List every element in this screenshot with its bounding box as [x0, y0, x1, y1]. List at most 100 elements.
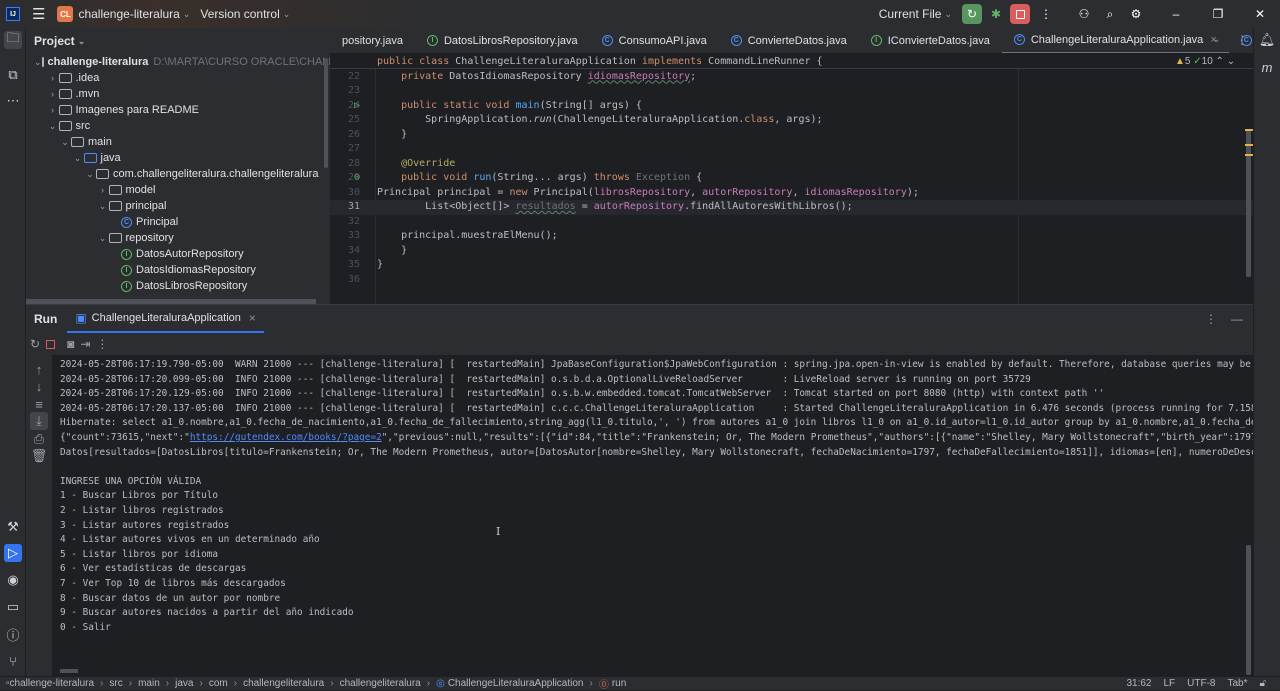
vcs-menu[interactable]: Version control ⌄	[200, 7, 290, 21]
run-tool-icon[interactable]: ▷	[4, 544, 22, 562]
tabs-more-icon[interactable]: ⋮	[1236, 33, 1248, 47]
lock-icon[interactable]: 🔓︎	[1260, 678, 1266, 689]
console-link[interactable]: https://gutendex.com/books/?page=2	[190, 432, 382, 443]
add-user-icon[interactable]: ⚇	[1074, 4, 1094, 24]
caret-position[interactable]: 31:62	[1126, 678, 1151, 689]
more-actions-button[interactable]: ⋮	[1036, 4, 1056, 24]
chevron-down-icon[interactable]: ⌄	[97, 233, 109, 244]
chevron-right-icon[interactable]: ›	[47, 105, 59, 115]
structure-icon[interactable]: ⧉	[4, 66, 22, 84]
warning-marker[interactable]	[1245, 129, 1253, 131]
code-editor[interactable]: ▲5 ✓10 ⌃ ⌄ 15public class ChallengeLiter…	[330, 54, 1253, 304]
tree-scrollbar[interactable]	[324, 58, 328, 168]
chevron-down-icon[interactable]: ⌄	[72, 153, 84, 164]
build-hammer-icon[interactable]: ⚒	[4, 518, 22, 536]
chevron-down-icon[interactable]: ⌄	[59, 137, 71, 148]
chevron-right-icon[interactable]: ›	[47, 89, 59, 99]
breadcrumb-item[interactable]: com	[209, 678, 228, 689]
more-icon[interactable]: ⋮	[96, 337, 108, 351]
stop-icon[interactable]	[46, 339, 56, 349]
file-encoding[interactable]: UTF-8	[1187, 678, 1215, 689]
rerun-icon[interactable]: ↻	[30, 337, 40, 351]
tree-item[interactable]: ⌄ repository	[26, 230, 330, 246]
main-menu-icon[interactable]: ☰	[32, 5, 45, 23]
run-gutter-icon[interactable]: ▷	[354, 99, 360, 114]
tabs-overflow-chevron[interactable]: ⌄	[1212, 34, 1220, 45]
chevron-down-icon[interactable]: ⌄	[84, 169, 96, 180]
run-tab[interactable]: ▣ ChallengeLiteraluraApplication ×	[67, 305, 264, 333]
editor-tab[interactable]: C ConvierteDatos.java	[719, 28, 859, 53]
tree-item[interactable]: ⌄ java	[26, 150, 330, 166]
services-icon[interactable]: ◉	[4, 571, 22, 589]
editor-scrollbar[interactable]	[1246, 129, 1251, 277]
settings-gear-icon[interactable]: ⚙	[1126, 4, 1146, 24]
panel-options-icon[interactable]: ⋮	[1205, 312, 1217, 326]
tree-item[interactable]: ⌄ principal	[26, 198, 330, 214]
debug-button[interactable]: ✱	[986, 4, 1006, 24]
breadcrumb-item[interactable]: src	[109, 678, 122, 689]
tree-item[interactable]: › Imagenes para README	[26, 102, 330, 118]
maven-icon[interactable]: m	[1258, 58, 1276, 76]
tree-item[interactable]: I DatosAutorRepository	[26, 246, 330, 262]
project-folder-icon[interactable]: 🗀	[4, 30, 22, 49]
breadcrumb-item[interactable]: ChallengeLiteraluraApplication	[448, 678, 584, 689]
tree-item[interactable]: ⌄ com.challengeliteralura.challengelitera…	[26, 166, 330, 182]
breadcrumb-item[interactable]: challenge-literalura	[10, 678, 95, 689]
breadcrumb-item[interactable]: java	[175, 678, 193, 689]
arrow-up-icon[interactable]: ↑	[30, 360, 48, 378]
tree-item[interactable]: ⌄ main	[26, 134, 330, 150]
scroll-to-end-icon[interactable]: ⤓	[30, 412, 48, 430]
inspection-widget[interactable]: ▲5 ✓10 ⌃ ⌄	[1175, 56, 1235, 67]
close-window-button[interactable]: ✕	[1250, 4, 1270, 24]
console-h-scrollbar[interactable]	[60, 669, 78, 673]
hide-panel-icon[interactable]: —	[1231, 312, 1243, 326]
more-icon[interactable]: ⋯	[4, 92, 22, 110]
breadcrumb-item[interactable]: run	[612, 678, 626, 689]
editor-tab[interactable]: C ConsumoAPI.java	[590, 28, 719, 53]
editor-tab[interactable]: I DatosLibrosRepository.java	[415, 28, 590, 53]
rerun-button[interactable]: ↻	[962, 4, 982, 24]
project-selector[interactable]: CL challenge-literalura ⌄	[57, 6, 190, 22]
project-panel-title[interactable]: Project ⌄	[26, 28, 330, 54]
indent-setting[interactable]: Tab*	[1228, 678, 1248, 689]
problems-icon[interactable]: ⓘ	[4, 625, 22, 643]
tree-item[interactable]: › .mvn	[26, 86, 330, 102]
chevron-down-icon[interactable]: ⌄	[47, 121, 59, 132]
print-icon[interactable]: ⎙	[30, 430, 48, 448]
arrow-down-icon[interactable]: ↓	[30, 377, 48, 395]
console-scrollbar[interactable]	[1246, 545, 1251, 675]
chevron-right-icon[interactable]: ›	[97, 185, 109, 195]
override-gutter-icon[interactable]: ⊙	[354, 171, 360, 186]
breadcrumb-item[interactable]: challengeliteralura	[340, 678, 421, 689]
chevron-right-icon[interactable]: ›	[47, 73, 59, 83]
editor-tab[interactable]: I IConvierteDatos.java	[859, 28, 1002, 53]
tree-item[interactable]: C Principal	[26, 214, 330, 230]
breadcrumb-item[interactable]: challengeliteralura	[243, 678, 324, 689]
warning-marker[interactable]	[1245, 144, 1253, 146]
line-separator[interactable]: LF	[1163, 678, 1175, 689]
tree-item[interactable]: I DatosLibrosRepository	[26, 278, 330, 294]
close-tab-icon[interactable]: ×	[249, 311, 256, 325]
tree-item[interactable]: ⌄ src	[26, 118, 330, 134]
soft-wrap-icon[interactable]: ≡	[30, 395, 48, 413]
intellij-logo[interactable]: IJ	[6, 7, 20, 21]
search-icon[interactable]: ⌕	[1100, 4, 1120, 24]
tree-item[interactable]: › .idea	[26, 70, 330, 86]
minimize-button[interactable]: –	[1166, 4, 1186, 24]
editor-tab[interactable]: pository.java	[330, 28, 415, 53]
tree-item[interactable]: I DatosIdiomasRepository	[26, 262, 330, 278]
trash-icon[interactable]: 🗑︎	[30, 447, 48, 465]
tree-item[interactable]: ⌄ challenge-literalura D:\MARTA\CURSO ORAC…	[26, 54, 330, 70]
notifications-bell-icon[interactable]: 🔔︎	[1258, 31, 1276, 49]
editor-tab[interactable]: C ChallengeLiteraluraApplication.java ×	[1001, 28, 1229, 53]
run-config-selector[interactable]: Current File ⌄	[879, 7, 952, 21]
camera-icon[interactable]: ◙	[67, 337, 74, 351]
stop-button[interactable]	[1010, 4, 1030, 24]
chevron-down-icon[interactable]: ⌄	[97, 201, 109, 212]
restore-button[interactable]: ❐	[1208, 4, 1228, 24]
terminal-icon[interactable]: ▭	[4, 598, 22, 616]
breadcrumb-item[interactable]: main	[138, 678, 160, 689]
console-output[interactable]: 2024-05-28T06:17:19.790-05:00 WARN 21000…	[52, 355, 1253, 677]
git-icon[interactable]: ⑂	[4, 652, 22, 670]
exit-icon[interactable]: ⇥	[80, 337, 90, 351]
